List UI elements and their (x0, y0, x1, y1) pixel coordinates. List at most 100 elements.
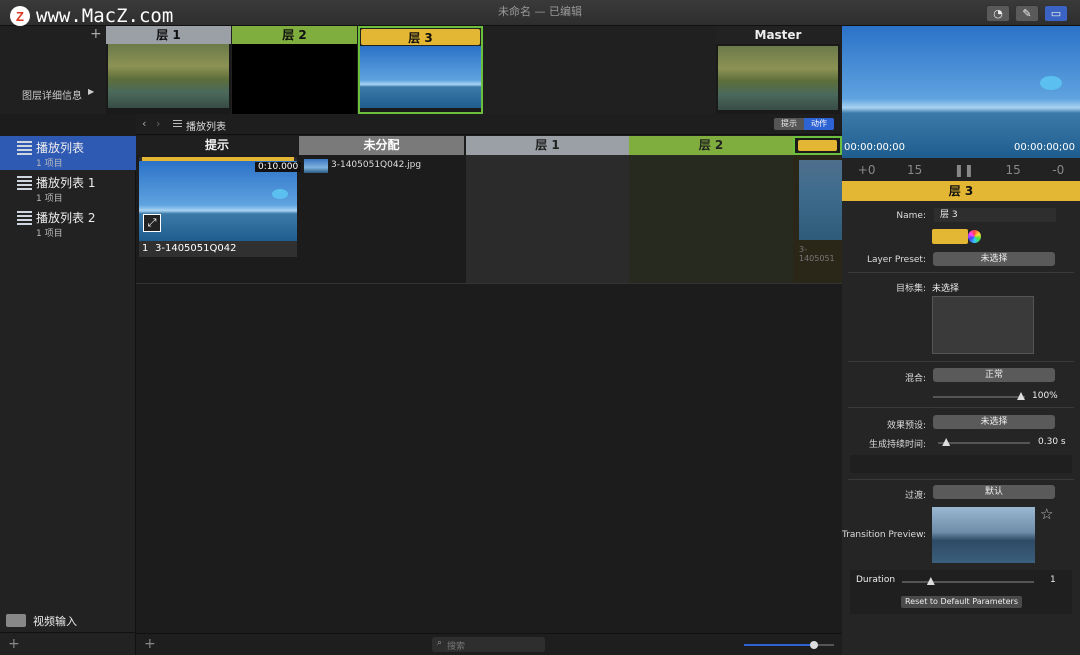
cue-card[interactable]: 0:10.000 ⤢ 1 3-1405051Q042 (139, 157, 302, 257)
name-field[interactable]: 层 3 (934, 208, 1056, 222)
watermark-logo: Z (10, 6, 30, 26)
watermark-text: www.MacZ.com (36, 5, 174, 27)
name-label: Name: (896, 211, 926, 221)
master-header: Master (716, 26, 840, 44)
column-unassigned[interactable]: 未分配 (299, 136, 464, 155)
playlist-item[interactable]: 播放列表 1 项目 (0, 136, 136, 170)
color-swatch[interactable] (932, 229, 968, 244)
row-divider (136, 283, 842, 284)
jump-start-icon[interactable]: +0 (858, 163, 876, 177)
cue-duration: 0:10.000 (255, 162, 302, 172)
transition-popup[interactable]: 默认 (933, 485, 1055, 499)
opacity-slider[interactable] (933, 392, 1025, 400)
layer-2-header: 层 2 (232, 26, 357, 44)
speech-bubble-icon (272, 189, 288, 199)
column-layer-3[interactable] (793, 136, 842, 155)
blend-popup[interactable]: 正常 (933, 368, 1055, 382)
unassigned-column (299, 155, 464, 283)
timecode-right: 00:00:00;00 (1014, 142, 1076, 153)
generate-duration-knob[interactable] (942, 438, 951, 446)
watermark: Zwww.MacZ.com (10, 4, 173, 28)
video-input-label[interactable]: 视频输入 (33, 613, 77, 629)
pause-icon[interactable]: ❚❚ (954, 163, 974, 177)
playlist-item[interactable]: 播放列表 1 1 项目 (0, 171, 136, 205)
playlist-count: 1 项目 (36, 229, 63, 239)
transition-preview (932, 507, 1035, 563)
search-input[interactable]: ⌕ 搜索 (432, 637, 545, 652)
generate-duration-value: 0.30 s (1038, 437, 1066, 447)
zoom-slider-knob[interactable] (809, 641, 818, 649)
add-playlist-button[interactable]: + (8, 636, 20, 652)
cue-index: 1 (142, 243, 149, 254)
star-icon[interactable]: ☆ (1040, 505, 1053, 523)
generate-duration-label: 生成持续时间: (868, 440, 926, 450)
breadcrumb-path: 播放列表 (186, 122, 226, 133)
inspector-divider (848, 361, 1074, 362)
layer-3-cue-thumbnail[interactable] (799, 160, 842, 240)
duration-slider[interactable] (902, 577, 1034, 585)
jump-end-icon[interactable]: -0 (1052, 163, 1064, 177)
forward-15-icon[interactable]: 15 (1005, 163, 1020, 177)
column-layer-2[interactable]: 层 2 (629, 136, 793, 155)
playlist-sidebar: 播放列表 1 项目 播放列表 1 1 项目 播放列表 2 1 项目 视频输入 + (0, 136, 136, 655)
playlist-count: 1 项目 (36, 194, 63, 204)
fit-expand-icon[interactable]: ⤢ (143, 214, 161, 232)
reset-parameters-button[interactable]: Reset to Default Parameters (901, 596, 1022, 608)
layer-2-tile[interactable]: 层 2 (232, 26, 357, 114)
layer-details-label[interactable]: 图层详细信息 (22, 87, 82, 102)
file-thumbnail (304, 159, 328, 173)
transition-params: Duration 1 Reset to Default Parameters (850, 570, 1072, 614)
layer-1-column (466, 155, 629, 283)
target-set-well[interactable] (932, 296, 1034, 354)
layer-3-thumbnail (360, 46, 481, 108)
zoom-slider[interactable] (744, 641, 834, 649)
breadcrumb: ‹ › 播放列表 提示 动作 (136, 114, 842, 135)
pencil-icon[interactable]: ✎ (1015, 5, 1039, 22)
layer-details-arrow-icon[interactable]: ▶ (88, 87, 94, 96)
color-wheel-icon[interactable] (968, 230, 981, 243)
transport-bar: +0 15 ❚❚ 15 -0 (842, 158, 1080, 181)
effect-preset-label: 效果预设: (886, 421, 926, 431)
opacity-slider-knob[interactable] (1017, 392, 1025, 400)
add-layer-button[interactable]: + (90, 26, 102, 42)
sidebar-divider (0, 632, 135, 633)
unassigned-file-name[interactable]: 3-1405051Q042.jpg (331, 160, 421, 170)
timecode-left: 00:00:00;00 (844, 142, 906, 153)
tab-action[interactable]: 动作 (804, 118, 834, 130)
layer-2-column (629, 155, 793, 283)
video-camera-icon (6, 614, 26, 627)
rewind-15-icon[interactable]: 15 (907, 163, 922, 177)
screen-icon[interactable]: ▭ (1044, 5, 1068, 22)
layer-3-cue-label: 3-1405051 (799, 245, 835, 263)
forward-chevron-icon[interactable]: › (156, 117, 160, 130)
output-preview: 00:00:00;00 00:00:00;00 (842, 26, 1080, 158)
transition-preview-label: Transition Preview: (842, 530, 926, 540)
inspector-header: 层 3 (842, 181, 1080, 201)
layer-3-column: 3-1405051 (793, 155, 842, 283)
column-layer-1[interactable]: 层 1 (466, 136, 629, 155)
layer-preset-popup[interactable]: 未选择 (933, 252, 1055, 266)
inspector-divider (848, 272, 1074, 273)
master-tile[interactable]: Master (716, 26, 840, 114)
generate-duration-slider[interactable] (938, 438, 1030, 446)
playlist-name: 播放列表 2 (36, 211, 96, 225)
blend-label: 混合: (904, 374, 926, 384)
layer-3-tile[interactable]: 层 3 (358, 26, 483, 114)
add-cue-button[interactable]: + (144, 636, 156, 652)
duration-slider-knob[interactable] (926, 577, 935, 585)
effect-preset-popup[interactable]: 未选择 (933, 415, 1055, 429)
search-icon: ⌕ (437, 638, 443, 648)
playlist-item[interactable]: 播放列表 2 1 项目 (0, 206, 136, 240)
back-chevron-icon[interactable]: ‹ (142, 117, 146, 130)
column-hint[interactable]: 提示 (136, 136, 298, 155)
layer-preset-label: Layer Preset: (866, 255, 926, 265)
target-set-value: 未选择 (932, 284, 960, 294)
tab-hint[interactable]: 提示 (774, 118, 804, 130)
layer-1-tile[interactable]: 层 1 (106, 26, 231, 114)
grid-icon (173, 120, 182, 129)
timer-icon[interactable]: ◔ (986, 5, 1010, 22)
playlist-icon (17, 176, 32, 190)
inspector-divider (848, 479, 1074, 480)
playlist-count: 1 项目 (36, 159, 63, 169)
layer-strip: + 图层详细信息 ▶ 层 1 层 2 层 3 Master (0, 26, 842, 114)
